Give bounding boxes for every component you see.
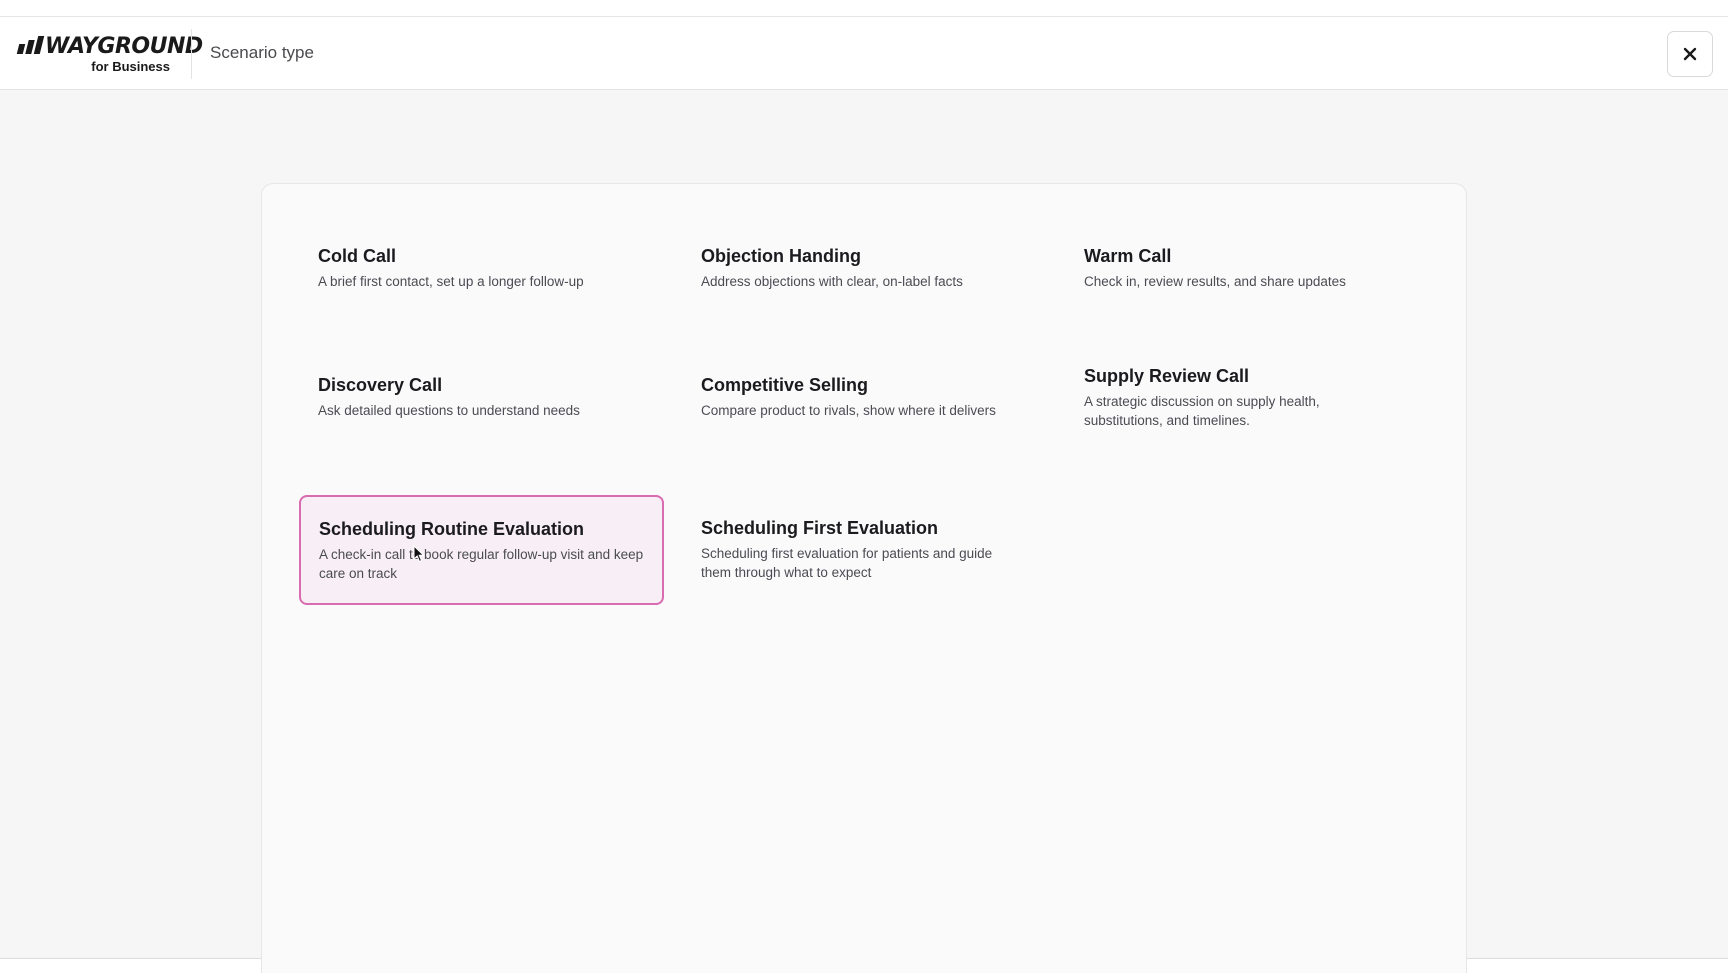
- scenario-card-warm-call[interactable]: Warm Call Check in, review results, and …: [1065, 244, 1430, 354]
- scenario-title: Discovery Call: [318, 375, 443, 395]
- scenario-description: Compare product to rivals, show where it…: [701, 403, 996, 418]
- scenario-card-objection-handing[interactable]: Objection Handing Address objections wit…: [682, 244, 1047, 354]
- scenario-card-cold-call[interactable]: Cold Call A brief first contact, set up …: [299, 244, 664, 354]
- scenario-description: Address objections with clear, on-label …: [701, 274, 963, 289]
- logo-wordmark: WAYGROUND: [16, 34, 203, 59]
- scenario-card-discovery-call[interactable]: Discovery Call Ask detailed questions to…: [299, 373, 664, 483]
- page-title: Scenario type: [210, 43, 314, 62]
- mouse-cursor-icon: [413, 545, 425, 563]
- scenario-description: Check in, review results, and share upda…: [1084, 274, 1346, 289]
- scenario-card-scheduling-first-evaluation[interactable]: Scheduling First Evaluation Scheduling f…: [682, 495, 1022, 605]
- scenario-panel: Cold Call A brief first contact, set up …: [261, 183, 1467, 973]
- scenario-title: Supply Review Call: [1084, 366, 1250, 386]
- scenario-title: Competitive Selling: [701, 375, 869, 395]
- scenario-title: Objection Handing: [701, 246, 861, 266]
- close-icon: [1683, 47, 1697, 61]
- scenario-card-scheduling-routine-evaluation[interactable]: Scheduling Routine Evaluation A check-in…: [299, 495, 664, 605]
- scenario-description: Scheduling first evaluation for patients…: [701, 546, 993, 580]
- scenario-description: A strategic discussion on supply health,…: [1084, 394, 1320, 428]
- scenario-title: Scheduling First Evaluation: [701, 518, 939, 538]
- scenario-title: Cold Call: [318, 246, 397, 266]
- app-frame: WAYGROUND for Business Scenario type Col…: [0, 16, 1728, 973]
- scenario-description: A brief first contact, set up a longer f…: [318, 274, 584, 289]
- scenario-title: Warm Call: [1084, 246, 1172, 266]
- logo-bars-icon: [16, 36, 45, 54]
- scenario-card-supply-review-call[interactable]: Supply Review Call A strategic discussio…: [1065, 364, 1365, 474]
- logo-text: WAYGROUND: [45, 34, 203, 59]
- wayground-logo[interactable]: WAYGROUND for Business: [16, 34, 203, 74]
- scenario-description: A check-in call to book regular follow-u…: [319, 547, 644, 581]
- scenario-description: Ask detailed questions to understand nee…: [318, 403, 580, 418]
- top-bar: WAYGROUND for Business Scenario type: [0, 17, 1728, 90]
- close-button[interactable]: [1667, 31, 1713, 77]
- scenario-card-competitive-selling[interactable]: Competitive Selling Compare product to r…: [682, 373, 1047, 483]
- scenario-title: Scheduling Routine Evaluation: [319, 519, 585, 539]
- logo-subtitle: for Business: [91, 59, 170, 74]
- header-divider: [191, 29, 192, 79]
